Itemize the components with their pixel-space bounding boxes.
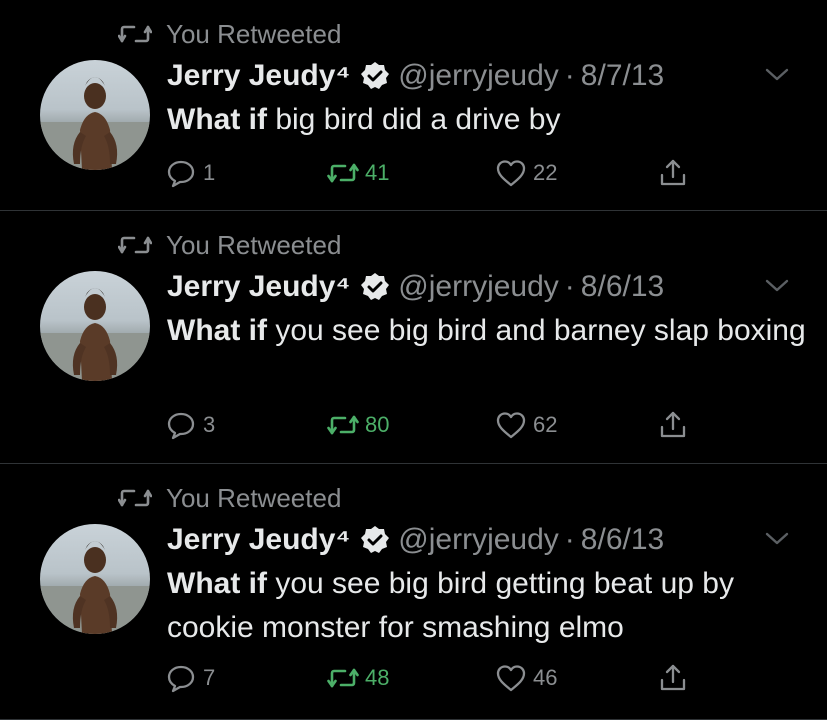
avatar[interactable] — [40, 60, 150, 170]
like-button[interactable]: 46 — [495, 662, 557, 694]
author-name[interactable]: Jerry Jeudy⁴ — [167, 523, 350, 557]
separator-dot: · — [564, 270, 575, 303]
retweet-label: You Retweeted — [166, 18, 342, 49]
chevron-down-icon[interactable] — [762, 528, 792, 548]
author-handle[interactable]: @jerryjeudy — [398, 59, 559, 93]
tweet[interactable]: You Retweeted Jerry Jeudy⁴ @jerryjeudy ·… — [0, 0, 827, 210]
heart-icon — [496, 160, 526, 187]
share-icon — [660, 411, 686, 438]
tweet-text: What if you see big bird getting beat up… — [167, 562, 807, 650]
tweet-actions: 1 41 22 — [165, 157, 705, 193]
tweet-date[interactable]: 8/6/13 — [581, 523, 664, 557]
reply-button[interactable]: 1 — [165, 157, 215, 189]
tweet[interactable]: You Retweeted Jerry Jeudy⁴ @jerryjeudy ·… — [0, 211, 827, 463]
share-button[interactable] — [657, 662, 689, 694]
verified-badge-icon — [361, 62, 390, 89]
author-name[interactable]: Jerry Jeudy⁴ — [167, 270, 350, 304]
reply-icon — [167, 665, 195, 693]
tweet-header: Jerry Jeudy⁴ @jerryjeudy · 8/7/13 — [167, 56, 664, 96]
tweet-text-bold: What if — [167, 103, 267, 136]
reply-count: 3 — [203, 412, 216, 437]
separator-dot: · — [564, 523, 575, 556]
heart-icon — [496, 665, 526, 692]
share-button[interactable] — [657, 409, 689, 441]
tweet-header: Jerry Jeudy⁴ @jerryjeudy · 8/6/13 — [167, 267, 664, 307]
retweet-icon — [327, 668, 359, 688]
avatar[interactable] — [40, 524, 150, 634]
author-name[interactable]: Jerry Jeudy⁴ — [167, 59, 350, 93]
tweet-text-bold: What if — [167, 314, 267, 347]
retweet-label: You Retweeted — [166, 229, 342, 260]
reply-count: 1 — [203, 160, 216, 185]
retweet-icon — [327, 163, 359, 183]
verified-badge-icon — [361, 273, 390, 300]
tweet-text: What if you see big bird and barney slap… — [167, 309, 807, 353]
retweet-icon — [327, 415, 359, 435]
tweet-actions: 3 80 62 — [165, 409, 705, 445]
retweet-context: You Retweeted — [118, 18, 341, 50]
share-icon — [660, 159, 686, 186]
retweet-context: You Retweeted — [118, 229, 341, 261]
chevron-down-icon[interactable] — [762, 275, 792, 295]
like-count: 22 — [533, 160, 558, 185]
share-icon — [660, 664, 686, 691]
avatar[interactable] — [40, 271, 150, 381]
like-button[interactable]: 62 — [495, 409, 557, 441]
retweet-button[interactable]: 41 — [327, 157, 389, 189]
reply-count: 7 — [203, 665, 216, 690]
author-handle[interactable]: @jerryjeudy — [398, 270, 559, 304]
retweet-count: 48 — [365, 665, 390, 690]
like-count: 46 — [533, 665, 558, 690]
separator-dot: · — [564, 59, 575, 92]
retweet-count: 41 — [365, 160, 390, 185]
tweet[interactable]: You Retweeted Jerry Jeudy⁴ @jerryjeudy ·… — [0, 464, 827, 720]
verified-badge-icon — [361, 526, 390, 553]
retweet-button[interactable]: 80 — [327, 409, 389, 441]
retweet-label: You Retweeted — [166, 482, 342, 513]
timeline-feed: You Retweeted Jerry Jeudy⁴ @jerryjeudy ·… — [0, 0, 827, 720]
share-button[interactable] — [657, 157, 689, 189]
heart-icon — [496, 412, 526, 439]
tweet-text-bold: What if — [167, 567, 267, 600]
like-count: 62 — [533, 412, 558, 437]
tweet-text-body: big bird did a drive by — [266, 103, 561, 136]
reply-button[interactable]: 3 — [165, 409, 215, 441]
like-button[interactable]: 22 — [495, 157, 557, 189]
retweet-icon — [118, 236, 152, 254]
author-handle[interactable]: @jerryjeudy — [398, 523, 559, 557]
tweet-text: What if big bird did a drive by — [167, 98, 807, 142]
retweet-icon — [118, 25, 152, 43]
retweet-button[interactable]: 48 — [327, 662, 389, 694]
tweet-date[interactable]: 8/7/13 — [581, 59, 664, 93]
retweet-context: You Retweeted — [118, 482, 341, 514]
retweet-icon — [118, 489, 152, 507]
retweet-count: 80 — [365, 412, 390, 437]
reply-icon — [167, 160, 195, 188]
tweet-date[interactable]: 8/6/13 — [581, 270, 664, 304]
tweet-text-body: you see big bird and barney slap boxing — [266, 314, 806, 347]
chevron-down-icon[interactable] — [762, 64, 792, 84]
reply-icon — [167, 412, 195, 440]
tweet-actions: 7 48 46 — [165, 662, 705, 698]
reply-button[interactable]: 7 — [165, 662, 215, 694]
tweet-header: Jerry Jeudy⁴ @jerryjeudy · 8/6/13 — [167, 520, 664, 560]
